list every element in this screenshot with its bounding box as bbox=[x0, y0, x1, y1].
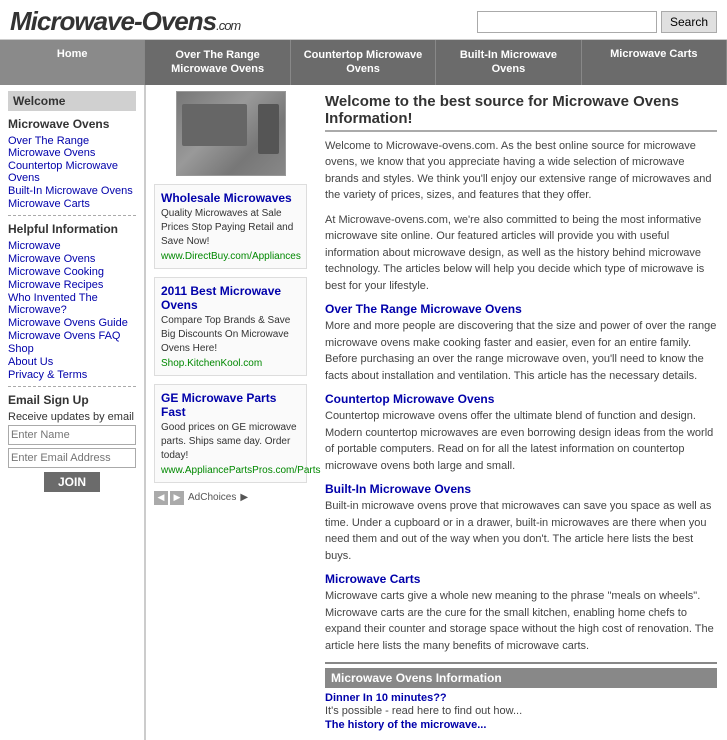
ad-url-1: www.DirectBuy.com/Appliances bbox=[161, 251, 300, 262]
logo-com: .com bbox=[216, 18, 240, 33]
logo-area: Microwave-Ovens.com bbox=[10, 6, 240, 37]
microwave-image bbox=[176, 91, 286, 176]
ad-title-2[interactable]: 2011 Best Microwave Ovens bbox=[161, 284, 300, 312]
sidebar-helpful-title: Helpful Information bbox=[8, 222, 136, 236]
ad-desc-3: Good prices on GE microwave parts. Ships… bbox=[161, 421, 300, 463]
sidebar-link-ovens-guide[interactable]: Microwave Ovens Guide bbox=[8, 317, 136, 329]
sidebar-welcome-label: Welcome bbox=[8, 91, 136, 111]
content-link-carts[interactable]: Microwave Carts bbox=[325, 572, 717, 586]
sidebar-name-input[interactable] bbox=[8, 425, 136, 445]
content-intro-2: At Microwave-ovens.com, we're also commi… bbox=[325, 212, 717, 295]
main-layout: Welcome Microwave Ovens Over The Range M… bbox=[0, 85, 727, 740]
ad-prev-button[interactable]: ◀ bbox=[154, 491, 168, 505]
sidebar-link-who-invented[interactable]: Who Invented The Microwave? bbox=[8, 292, 136, 316]
sidebar-email-input[interactable] bbox=[8, 448, 136, 468]
search-input[interactable] bbox=[477, 11, 657, 33]
ad-url-3: www.AppliancePartsPros.com/Parts bbox=[161, 465, 300, 476]
sidebar-link-countertop[interactable]: Countertop Microwave Ovens bbox=[8, 160, 136, 184]
ad-desc-2: Compare Top Brands & Save Big Discounts … bbox=[161, 314, 300, 356]
sidebar: Welcome Microwave Ovens Over The Range M… bbox=[0, 85, 145, 740]
nav-builtin[interactable]: Built-In MicrowaveOvens bbox=[436, 40, 581, 85]
content-link-over-range[interactable]: Over The Range Microwave Ovens bbox=[325, 302, 717, 316]
ad-title-3[interactable]: GE Microwave Parts Fast bbox=[161, 391, 300, 419]
sidebar-link-over-range[interactable]: Over The Range Microwave Ovens bbox=[8, 135, 136, 159]
content-text-builtin: Built-in microwave ovens prove that micr… bbox=[325, 498, 717, 564]
content-text-countertop: Countertop microwave ovens offer the ult… bbox=[325, 408, 717, 474]
ad-block-2: 2011 Best Microwave Ovens Compare Top Br… bbox=[154, 277, 307, 376]
ad-choices-row: ◀ ▶ AdChoices ▶ bbox=[154, 491, 307, 505]
bottom-text-dinner: It's possible - read here to find out ho… bbox=[325, 705, 717, 717]
nav-over-range[interactable]: Over The RangeMicrowave Ovens bbox=[145, 40, 290, 85]
sidebar-link-builtin[interactable]: Built-In Microwave Ovens bbox=[8, 185, 136, 197]
ad-choices-label: AdChoices bbox=[188, 492, 236, 503]
bottom-link-dinner[interactable]: Dinner In 10 minutes?? bbox=[325, 692, 717, 704]
sidebar-link-shop[interactable]: Shop bbox=[8, 343, 136, 355]
sidebar-microwave-ovens-title: Microwave Ovens bbox=[8, 117, 136, 131]
content-link-countertop[interactable]: Countertop Microwave Ovens bbox=[325, 392, 717, 406]
nav-home[interactable]: Home bbox=[0, 40, 145, 85]
sidebar-link-microwave-recipes[interactable]: Microwave Recipes bbox=[8, 279, 136, 291]
bottom-section-title: Microwave Ovens Information bbox=[325, 668, 717, 688]
join-button[interactable]: JOIN bbox=[44, 472, 100, 492]
ad-arrows: ◀ ▶ bbox=[154, 491, 184, 505]
header: Microwave-Ovens.com Search bbox=[0, 0, 727, 40]
ad-url-2: Shop.KitchenKool.com bbox=[161, 358, 300, 369]
content-intro-1: Welcome to Microwave-ovens.com. As the b… bbox=[325, 138, 717, 204]
nav-carts[interactable]: Microwave Carts bbox=[582, 40, 727, 85]
ad-choices-icon: ▶ bbox=[240, 492, 248, 503]
ad-title-1[interactable]: Wholesale Microwaves bbox=[161, 191, 300, 205]
sidebar-link-about[interactable]: About Us bbox=[8, 356, 136, 368]
content-link-builtin[interactable]: Built-In Microwave Ovens bbox=[325, 482, 717, 496]
content-heading: Welcome to the best source for Microwave… bbox=[325, 93, 717, 132]
sidebar-link-carts[interactable]: Microwave Carts bbox=[8, 198, 136, 210]
ad-block-3: GE Microwave Parts Fast Good prices on G… bbox=[154, 384, 307, 483]
search-area: Search bbox=[477, 11, 717, 33]
ad-column: Wholesale Microwaves Quality Microwaves … bbox=[145, 85, 315, 740]
logo-name: Microwave-Ovens bbox=[10, 6, 216, 36]
nav-countertop[interactable]: Countertop MicrowaveOvens bbox=[291, 40, 436, 85]
ad-block-1: Wholesale Microwaves Quality Microwaves … bbox=[154, 184, 307, 269]
bottom-info-section: Microwave Ovens Information Dinner In 10… bbox=[325, 662, 717, 731]
ad-desc-1: Quality Microwaves at Sale Prices Stop P… bbox=[161, 207, 300, 249]
content-text-carts: Microwave carts give a whole new meaning… bbox=[325, 588, 717, 654]
main-content: Welcome to the best source for Microwave… bbox=[315, 85, 727, 740]
main-nav: Home Over The RangeMicrowave Ovens Count… bbox=[0, 40, 727, 85]
sidebar-link-privacy[interactable]: Privacy & Terms bbox=[8, 369, 136, 381]
sidebar-link-microwave-cooking[interactable]: Microwave Cooking bbox=[8, 266, 136, 278]
sidebar-link-microwave-ovens[interactable]: Microwave Ovens bbox=[8, 253, 136, 265]
ad-next-button[interactable]: ▶ bbox=[170, 491, 184, 505]
sidebar-email-desc: Receive updates by email bbox=[8, 411, 136, 423]
sidebar-link-microwave[interactable]: Microwave bbox=[8, 240, 136, 252]
bottom-link-history[interactable]: The history of the microwave... bbox=[325, 719, 717, 731]
sidebar-divider-2 bbox=[8, 386, 136, 387]
sidebar-link-ovens-faq[interactable]: Microwave Ovens FAQ bbox=[8, 330, 136, 342]
site-logo: Microwave-Ovens.com bbox=[10, 6, 240, 37]
search-button[interactable]: Search bbox=[661, 11, 717, 33]
sidebar-divider-1 bbox=[8, 215, 136, 216]
sidebar-email-title: Email Sign Up bbox=[8, 393, 136, 407]
content-text-over-range: More and more people are discovering tha… bbox=[325, 318, 717, 384]
